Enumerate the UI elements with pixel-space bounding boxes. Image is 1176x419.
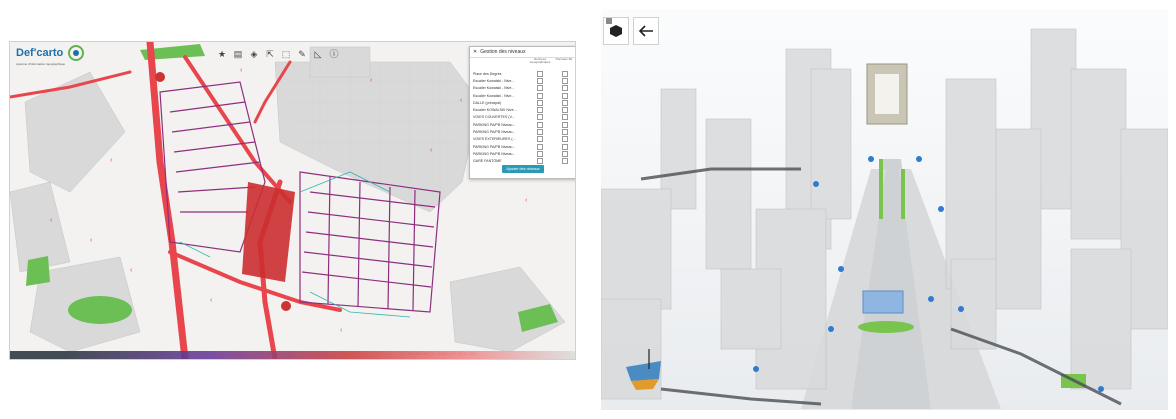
level-checkbox-3d[interactable] — [562, 107, 568, 114]
level-checkbox-3d[interactable] — [562, 77, 568, 84]
level-name: Escalier Kowalski - Nive... — [473, 93, 515, 98]
level-checkbox-topo[interactable] — [537, 99, 544, 106]
levels-panel-title: Gestion des niveaux — [480, 49, 526, 55]
level-checkbox-topo[interactable] — [537, 150, 544, 157]
level-row[interactable]: PARKING PA/PB Niveau... — [470, 150, 575, 157]
map-2d-view[interactable]: ‹‹‹ ‹‹‹ ‹‹‹ ‹‹‹ Def'carto système d'info… — [9, 41, 576, 360]
scene-3d-canvas[interactable] — [601, 9, 1168, 410]
level-row[interactable]: VOIES EXTERIEURES (... — [470, 136, 575, 143]
level-checkbox-3d[interactable] — [562, 70, 568, 77]
level-checkbox-3d[interactable] — [562, 114, 568, 121]
back-arrow-icon — [638, 25, 653, 37]
level-name: PARKING PA/PB Niveau... — [473, 144, 516, 149]
level-row[interactable]: Escalier Kowalski - Nive... — [470, 92, 575, 99]
level-checkbox-topo[interactable] — [537, 92, 544, 99]
close-icon[interactable]: ✕ — [473, 49, 477, 55]
level-row[interactable]: PARKING PA/PB Niveau... — [470, 143, 575, 150]
level-checkbox-3d[interactable] — [562, 85, 568, 92]
level-row[interactable]: PARKING PA/PB Niveau... — [470, 121, 575, 128]
star-icon[interactable]: ★ — [216, 48, 228, 60]
level-name: Place des Degrés — [473, 71, 502, 76]
level-row[interactable]: VOIES COUVERTES (V... — [470, 114, 575, 121]
level-checkbox-topo[interactable] — [537, 143, 544, 150]
level-checkbox-topo[interactable] — [537, 114, 544, 121]
level-checkbox-3d[interactable] — [562, 129, 568, 136]
add-levels-button[interactable]: Ajouter des niveaux — [502, 165, 544, 173]
level-checkbox-topo[interactable] — [537, 158, 544, 165]
back-button[interactable] — [633, 17, 659, 45]
status-bar — [10, 351, 575, 359]
level-checkbox-3d[interactable] — [562, 158, 568, 165]
level-checkbox-3d[interactable] — [562, 143, 568, 150]
level-checkbox-topo[interactable] — [537, 70, 544, 77]
view-3d[interactable] — [601, 9, 1168, 410]
level-checkbox-3d[interactable] — [562, 92, 568, 99]
level-checkbox-3d[interactable] — [562, 136, 568, 143]
square-icon — [606, 18, 612, 24]
level-row[interactable]: Escalier Kowalski - Nive... — [470, 77, 575, 84]
level-checkbox-3d[interactable] — [562, 121, 568, 128]
level-checkbox-topo[interactable] — [537, 121, 544, 128]
level-checkbox-3d[interactable] — [562, 99, 568, 106]
level-name: Escalier KOWALSKI Nive... — [473, 108, 517, 113]
selection-icon[interactable]: ⬚ — [280, 48, 292, 60]
level-name: GARE FANTÔME — [473, 159, 502, 164]
level-name: DALLE (principal) — [473, 100, 502, 105]
layers-icon[interactable]: ◈ — [248, 48, 260, 60]
info-icon[interactable]: ⓘ — [328, 48, 340, 60]
level-checkbox-topo[interactable] — [537, 107, 544, 114]
level-name: PARKING PA/PB Niveau... — [473, 151, 516, 156]
levels-list: Place des Degrés Escalier Kowalski - Nive… — [470, 70, 575, 165]
level-checkbox-topo[interactable] — [537, 77, 544, 84]
print-icon[interactable]: ▤ — [232, 48, 244, 60]
level-name: PARKING PA/PB Niveau... — [473, 130, 516, 135]
col-topo: Données topographiques — [529, 57, 551, 64]
logo-mark-icon — [68, 45, 84, 61]
measure-icon[interactable]: ◺ — [312, 48, 324, 60]
levels-columns: Données topographiques Données 3D — [470, 57, 575, 70]
level-checkbox-topo[interactable] — [537, 85, 544, 92]
level-name: VOIES EXTERIEURES (... — [473, 137, 516, 142]
level-row[interactable]: Escalier KOWALSKI Nive... — [470, 106, 575, 114]
level-checkbox-topo[interactable] — [537, 129, 544, 136]
level-row[interactable]: PARKING PA/PB Niveau... — [470, 128, 575, 136]
level-name: VOIES COUVERTES (V... — [473, 115, 515, 120]
cube-icon — [610, 25, 622, 37]
level-checkbox-topo[interactable] — [537, 136, 544, 143]
export-icon[interactable]: ⇱ — [264, 48, 276, 60]
level-row[interactable]: Escalier Kowalski - Nive... — [470, 85, 575, 92]
logo-name: Def'carto — [16, 47, 64, 59]
level-row[interactable]: DALLE (principal) — [470, 99, 575, 106]
levels-panel: ✕ Gestion des niveaux Données topographi… — [469, 46, 575, 179]
level-row[interactable]: Place des Degrés — [470, 70, 575, 77]
level-name: Escalier Kowalski - Nive... — [473, 78, 515, 83]
logo-subtitle: système d'information topographique — [16, 62, 66, 66]
level-checkbox-3d[interactable] — [562, 150, 568, 157]
edit-icon[interactable]: ✎ — [296, 48, 308, 60]
level-name: PARKING PA/PB Niveau... — [473, 122, 516, 127]
level-row[interactable]: GARE FANTÔME — [470, 158, 575, 165]
col-3d: Données 3D — [555, 57, 573, 61]
level-name: Escalier Kowalski - Nive... — [473, 86, 515, 91]
app-logo: Def'carto système d'information topograp… — [14, 45, 104, 73]
map-toolbar: ★ ▤ ◈ ⇱ ⬚ ✎ ◺ ⓘ — [216, 48, 340, 62]
